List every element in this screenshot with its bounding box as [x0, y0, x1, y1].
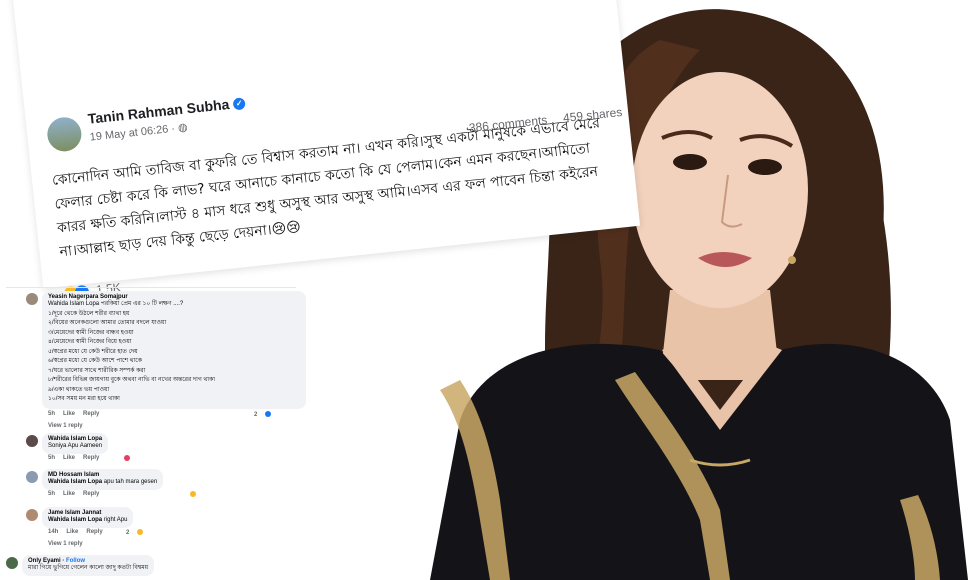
comment-line: ৪/মেয়েদের স্বামী নিজের বিয়ে হওয়া [48, 339, 132, 345]
reply-link[interactable]: Reply [83, 455, 99, 461]
like-link[interactable]: Like [63, 455, 75, 461]
reply-link[interactable]: Reply [83, 491, 99, 497]
comment-line: ১/দূরে থেকে উঠলে শরীর ব্যাথা হয় [48, 310, 130, 317]
composite-image: ··· Tanin Rahman Subha✓ 19 May at 06:26 … [0, 0, 968, 580]
comment-line: ২/বিয়ের অনেকগুলো আমার তোমার বদলে যাওয়া [48, 320, 167, 326]
comment-reactions[interactable]: 2 [126, 529, 151, 536]
comment-bubble: Wahida Islam Lopa Soniya Apu Aameen [42, 433, 109, 454]
comment-text: Wahida Islam Lopa right Apu [48, 516, 127, 525]
comment-line: ১০/সব সময় মন মরা হয়ে থাকা [48, 396, 120, 402]
comment-time[interactable]: 5h [48, 455, 55, 461]
reaction-count: 2 [254, 411, 258, 418]
commenter-avatar[interactable] [26, 435, 38, 447]
comment-line: ৬/স্বপ্নের মধ্যে যে কেউ আশে পাশে থাকে [48, 358, 142, 364]
comment-bubble: Jame Islam Jannat Wahida Islam Lopa righ… [42, 507, 134, 528]
comment-bubble: Yeasin Nagerpara Somajpur Wahida Islam L… [42, 291, 306, 409]
face [632, 72, 808, 308]
comment-line: ৫/স্বপ্নের মধ্যে যে কেউ শরীরে হাত দেয় [48, 348, 138, 355]
comment-line: ৮/শরীরের বিভিন্ন জায়গায় বুকে অথবা নাভি… [48, 377, 215, 383]
comment-actions: 5h Like Reply [48, 491, 107, 497]
comment-reactions[interactable] [124, 455, 138, 462]
reply-link[interactable]: Reply [83, 411, 99, 417]
haha-reaction-icon [190, 491, 196, 497]
verified-icon: ✓ [232, 97, 246, 111]
comment-reactions[interactable]: 2 [254, 411, 279, 418]
sad-reaction-icon [137, 529, 144, 535]
comment-text: মারা গিয়ে ভুগিয়ে গেলেন কালো জাদু কতটা … [28, 565, 149, 571]
view-replies-link[interactable]: View 1 reply [48, 423, 83, 429]
mention[interactable]: Wahida Islam Lopa [48, 517, 102, 523]
like-link[interactable]: Like [63, 411, 75, 417]
right-eye [748, 159, 782, 175]
globe-icon: ◍ [177, 121, 189, 135]
comment-text: Soniya Apu Aameen [48, 443, 103, 449]
comment-line: ৭/ঘরে ভালোর সাথে শারীরিক সম্পর্ক করা [48, 367, 146, 374]
comment-line: Wahida Islam Lopa পরকিয়া প্রেম এর ১০ টি… [48, 301, 184, 307]
comment-text: Wahida Islam Lopa apu tah mara gesen [48, 478, 157, 487]
reply-link[interactable]: Reply [86, 529, 102, 535]
commenter-avatar[interactable] [26, 471, 38, 483]
divider [6, 287, 296, 288]
commenter-avatar[interactable] [26, 509, 38, 521]
comment-line: ৩/মেয়েদের স্বামী নিজের বান্ধব হওয়া [48, 329, 134, 336]
comment-time[interactable]: 5h [48, 411, 55, 417]
comments-section: Yeasin Nagerpara Somajpur Wahida Islam L… [0, 285, 306, 580]
comment-bubble: Only Eyami · Follow মারা গিয়ে ভুগিয়ে গ… [22, 555, 155, 576]
love-reaction-icon [124, 455, 130, 461]
comment-text-body: apu tah mara gesen [102, 479, 158, 485]
like-link[interactable]: Like [63, 491, 75, 497]
comment-actions: 14h Like Reply [48, 529, 111, 535]
commenter-avatar[interactable] [6, 557, 18, 569]
reaction-count: 2 [126, 529, 130, 536]
comment-time[interactable]: 5h [48, 491, 55, 497]
like-link[interactable]: Like [66, 529, 78, 535]
commenter-avatar[interactable] [26, 293, 38, 305]
comment-line: ৯/একা থাকতে ভয় পাওয়া [48, 386, 110, 393]
comment-text-body: right Apu [102, 517, 128, 523]
like-reaction-icon [265, 411, 272, 417]
comment-reactions[interactable] [190, 491, 204, 498]
author-avatar[interactable] [45, 115, 84, 154]
comment-bubble: MD Hossam Islam Wahida Islam Lopa apu ta… [42, 469, 164, 490]
author-name-text: Tanin Rahman Subha [87, 95, 231, 127]
post-date-text: 19 May at 06:26 · [89, 122, 179, 144]
comment-actions: 5h Like Reply [48, 411, 107, 417]
left-eye [673, 154, 707, 170]
mention[interactable]: Wahida Islam Lopa [48, 479, 102, 485]
comment-time[interactable]: 14h [48, 529, 58, 535]
comment-actions: 5h Like Reply [48, 455, 107, 461]
view-replies-link[interactable]: View 1 reply [48, 541, 83, 547]
more-options-icon[interactable]: ··· [563, 0, 583, 7]
